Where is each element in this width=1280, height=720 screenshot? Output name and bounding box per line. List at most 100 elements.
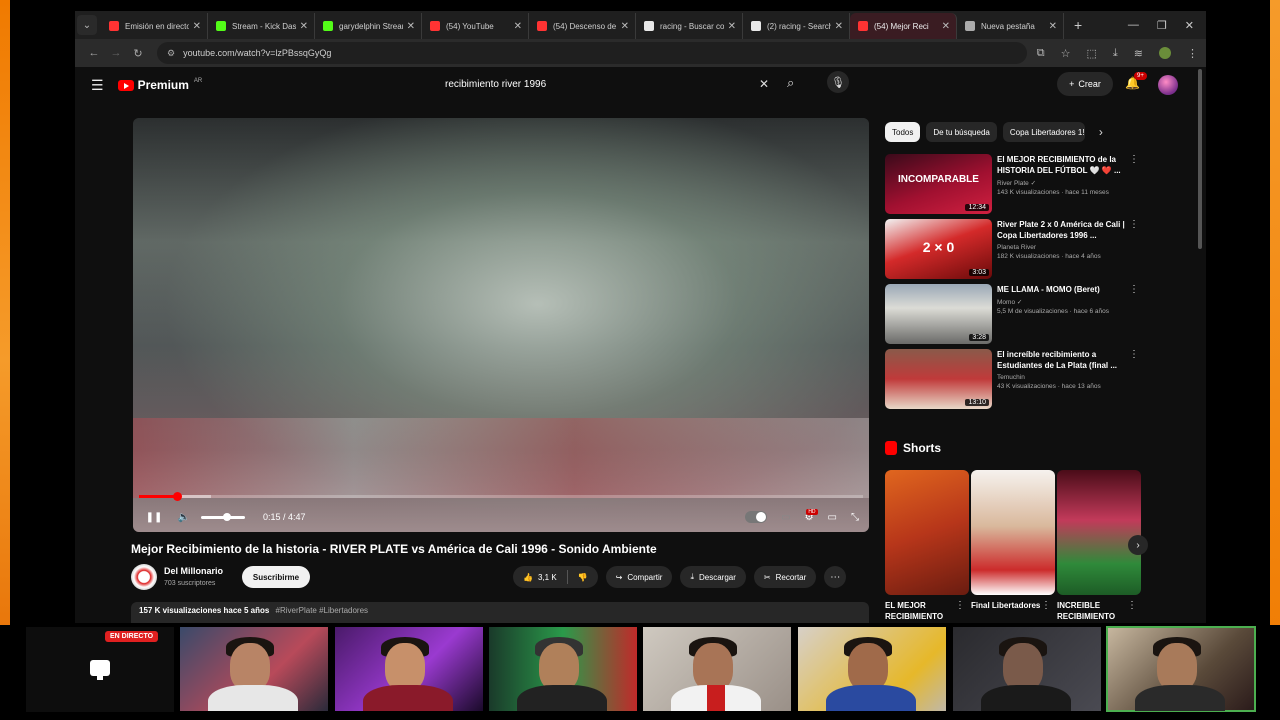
back-icon[interactable]: ← [83, 47, 105, 59]
recommended-video[interactable]: 2 × 0 3:03 River Plate 2 x 0 América de Ca… [885, 219, 1145, 281]
tab-close-icon[interactable]: ✕ [728, 21, 736, 32]
rec-info: ME LLAMA - MOMO (Beret) Momo ✓ 5,5 M de vi… [997, 284, 1139, 346]
browser-tab[interactable]: garydelphin Stream ✕ [315, 13, 422, 39]
fullscreen-icon[interactable]: ⤡ [851, 512, 859, 523]
like-button[interactable]: 👍 3,1 K [513, 566, 567, 588]
bookmark-star-icon[interactable]: ☆ [1061, 47, 1071, 60]
recommended-video[interactable]: 13:10 El increíble recibimiento a Estudia… [885, 349, 1145, 411]
tab-close-icon[interactable]: ✕ [300, 21, 308, 32]
minimize-icon[interactable]: — [1128, 19, 1139, 32]
browser-tab[interactable]: racing - Buscar con ✕ [636, 13, 743, 39]
chip-copa-libertadores[interactable]: Copa Libertadores 1! [1002, 122, 1085, 142]
short-title-3[interactable]: INCREIBLE RECIBIMIENTO [1057, 600, 1127, 622]
description-tags[interactable]: #RiverPlate #Libertadores [276, 606, 369, 615]
browser-tab[interactable]: Stream - Kick Dashb ✕ [208, 13, 315, 39]
chip-all[interactable]: Todos [885, 122, 921, 142]
clip-button[interactable]: ✂ Recortar [753, 566, 817, 588]
cast-icon[interactable]: ⧉ [1037, 47, 1045, 60]
account-avatar[interactable] [1158, 75, 1178, 95]
browser-tab[interactable]: Nueva pestaña ✕ [957, 13, 1064, 39]
mic-icon[interactable]: 🎙 [827, 71, 849, 93]
create-button[interactable]: + Crear [1057, 72, 1113, 96]
hamburger-menu-icon[interactable]: ☰ [91, 77, 104, 94]
progress-bar[interactable] [139, 492, 863, 501]
dislike-button[interactable]: 👎 [568, 566, 598, 588]
channel-avatar[interactable] [131, 564, 157, 590]
download-icon[interactable]: ⤓ [1113, 47, 1118, 60]
rec-channel[interactable]: Momo ✓ [997, 298, 1127, 306]
short-menu-icon-1[interactable]: ⋮ [955, 600, 965, 611]
rec-channel[interactable]: Temuchin [997, 374, 1127, 381]
rec-menu-icon[interactable]: ⋮ [1129, 154, 1139, 165]
share-button[interactable]: ↪ Compartir [605, 566, 673, 588]
rec-channel[interactable]: Planeta River [997, 244, 1127, 251]
tab-close-icon[interactable]: ✕ [1049, 21, 1057, 32]
profile-avatar[interactable] [1159, 47, 1171, 59]
tab-close-icon[interactable]: ✕ [942, 21, 950, 32]
browser-tab[interactable]: (54) Descenso de R ✕ [529, 13, 636, 39]
tab-close-icon[interactable]: ✕ [621, 21, 629, 32]
browser-tab[interactable]: (2) racing - Search ✕ [743, 13, 850, 39]
short-menu-icon-2[interactable]: ⋮ [1041, 600, 1051, 611]
tab-close-icon[interactable]: ✕ [835, 21, 843, 32]
menu-kebab-icon[interactable]: ⋮ [1187, 47, 1198, 60]
rec-thumbnail[interactable]: 13:10 [885, 349, 992, 409]
autoplay-toggle[interactable] [745, 511, 768, 523]
rec-thumbnail[interactable]: INCOMPARABLE 12:34 [885, 154, 992, 214]
volume-slider[interactable] [201, 512, 245, 521]
rec-thumbnail[interactable]: 2 × 0 3:03 [885, 219, 992, 279]
tab-close-icon[interactable]: ✕ [514, 21, 522, 32]
subscribe-button[interactable]: Suscribirme [242, 566, 310, 588]
reload-icon[interactable]: ↻ [127, 47, 149, 60]
rec-title[interactable]: ME LLAMA - MOMO (Beret) [997, 284, 1127, 295]
chip-from-search[interactable]: De tu búsqueda [926, 122, 997, 142]
short-menu-icon-3[interactable]: ⋮ [1127, 600, 1137, 611]
pause-icon[interactable]: ❚❚ [143, 512, 165, 523]
browser-tab[interactable]: Emisión en directo ✕ [101, 13, 208, 39]
rec-menu-icon[interactable]: ⋮ [1129, 349, 1139, 360]
tab-search-icon[interactable]: ⌄ [77, 15, 97, 35]
tab-close-icon[interactable]: ✕ [193, 21, 201, 32]
recommended-video[interactable]: 3:28 ME LLAMA - MOMO (Beret) Momo ✓ 5,5 M d… [885, 284, 1145, 346]
more-actions-icon[interactable]: ⋯ [824, 566, 847, 588]
settings-gear-icon[interactable]: ⚙ HD [805, 508, 818, 523]
tab-close-icon[interactable]: ✕ [407, 21, 415, 32]
subtitles-icon[interactable]: ▭ [781, 512, 790, 523]
theater-mode-icon[interactable]: ▭ [828, 512, 837, 523]
short-thumbnail-1[interactable] [885, 470, 969, 595]
channel-name[interactable]: Del Millonario [164, 566, 223, 576]
youtube-logo[interactable]: Premium AR [117, 78, 202, 92]
short-title-1[interactable]: EL MEJOR RECIBIMIENTO [885, 600, 955, 622]
download-button[interactable]: ⤓ Descargar [680, 566, 746, 588]
sidepanel-icon[interactable]: ≋ [1134, 47, 1143, 60]
rec-thumbnail[interactable]: 3:28 [885, 284, 992, 344]
rec-channel[interactable]: River Plate ✓ [997, 179, 1127, 187]
rec-title[interactable]: El MEJOR RECIBIMIENTO de la HISTORIA DEL… [997, 154, 1127, 176]
short-title-2[interactable]: Final Libertadores [971, 600, 1041, 622]
volume-icon[interactable]: 🔈 [173, 512, 195, 523]
chevron-right-icon[interactable]: › [1099, 125, 1103, 139]
rec-menu-icon[interactable]: ⋮ [1129, 284, 1139, 295]
forward-icon[interactable]: → [105, 47, 127, 59]
site-info-icon[interactable]: ⚙ [167, 48, 175, 59]
search-icon[interactable]: ⌕ [787, 75, 794, 91]
url-field[interactable]: ⚙ youtube.com/watch?v=lzPBssqGyQg [157, 42, 1027, 64]
video-player[interactable]: ❚❚ 🔈 0:15 / 4:47 ▭ ⚙ HD ▭ ⤡ [133, 118, 869, 532]
shorts-next-icon[interactable]: › [1128, 535, 1148, 555]
restore-icon[interactable]: ❐ [1157, 19, 1167, 32]
browser-tab[interactable]: (54) YouTube ✕ [422, 13, 529, 39]
rec-title[interactable]: El increíble recibimiento a Estudiantes … [997, 349, 1127, 371]
rec-menu-icon[interactable]: ⋮ [1129, 219, 1139, 230]
description-box[interactable]: 157 K visualizaciones hace 5 años #River… [131, 602, 869, 623]
clear-search-icon[interactable]: ✕ [759, 77, 769, 91]
close-window-icon[interactable]: ✕ [1185, 19, 1194, 32]
extensions-icon[interactable]: ⬚ [1087, 47, 1097, 60]
short-thumbnail-3[interactable] [1057, 470, 1141, 595]
rec-title[interactable]: River Plate 2 x 0 América de Cali | Copa… [997, 219, 1127, 241]
page-scrollbar[interactable] [1198, 69, 1202, 249]
browser-tab[interactable]: (54) Mejor Reci ✕ [850, 13, 957, 39]
short-thumbnail-2[interactable] [971, 470, 1055, 595]
search-input[interactable]: recibimiento river 1996 [435, 70, 773, 98]
recommended-video[interactable]: INCOMPARABLE 12:34 El MEJOR RECIBIMIENTO d… [885, 154, 1145, 216]
new-tab-icon[interactable]: + [1074, 17, 1082, 33]
